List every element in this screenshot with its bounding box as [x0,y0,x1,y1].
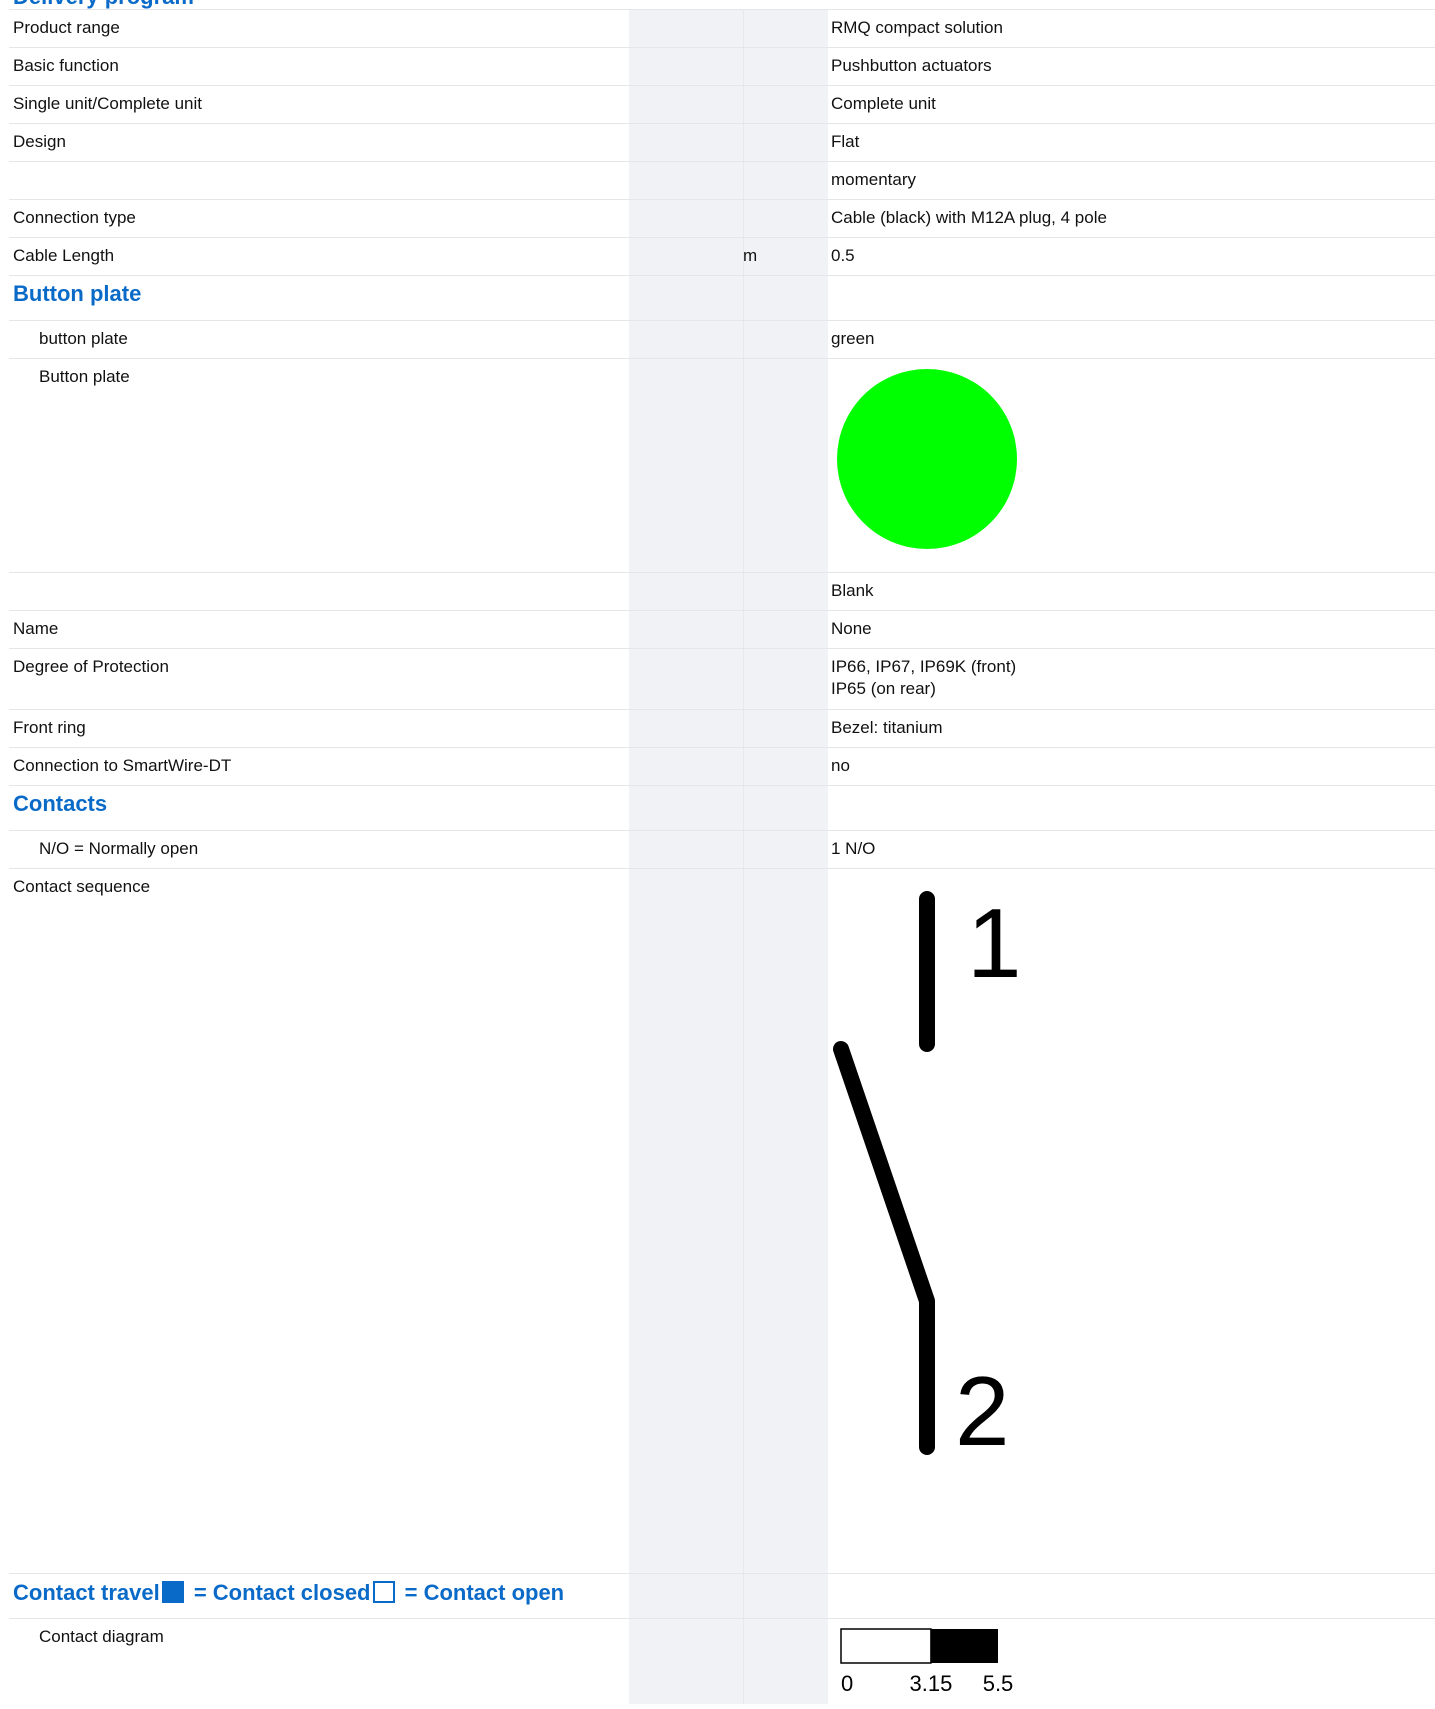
row-label: Button plate [9,358,629,573]
row-label [9,572,629,611]
row-value: 0.5 [827,237,1435,276]
travel-tick-label: 3.15 [910,1671,953,1696]
row-unit [743,199,827,238]
protection-rear: IP65 (on rear) [831,679,936,698]
table-row: Connection type Cable (black) with M12A … [9,199,1435,238]
row-value: green [827,320,1435,359]
row-value: no [827,747,1435,786]
table-row: Blank [9,572,1435,611]
protection-front: IP66, IP67, IP69K (front) [831,657,1017,676]
row-value: Blank [827,572,1435,611]
travel-tick-label: 0 [841,1671,853,1696]
row-label: Front ring [9,709,629,748]
contact-open-square-icon [372,1581,395,1603]
table-row: Cable Length m 0.5 [9,237,1435,276]
row-value: Pushbutton actuators [827,47,1435,86]
row-unit [743,161,827,200]
row-value: Cable (black) with M12A plug, 4 pole [827,199,1435,238]
terminal-2-label: 2 [955,1356,1010,1466]
table-row: Connection to SmartWire-DT no [9,747,1435,786]
row-label: N/O = Normally open [9,830,629,869]
button-plate-image [827,358,1435,573]
contact-travel-chart: 0 3.15 5.5 [840,1628,1014,1696]
row-label: Design [9,123,629,162]
row-label: Degree of Protection [9,648,629,710]
row-value: Bezel: titanium [827,709,1435,748]
spec-table: Product range RMQ compact solution Basic… [9,9,1435,1709]
table-row: Contact sequence 1 2 [9,868,1435,1574]
row-value: None [827,610,1435,649]
contact-open-segment [840,1628,932,1664]
section-title-strip: Delivery program [9,0,1435,9]
row-value: Complete unit [827,85,1435,124]
row-label: Product range [9,9,629,48]
section-header-row: Button plate [9,275,1435,321]
section-title: Delivery program [13,0,194,9]
row-label: Basic function [9,47,629,86]
contact-closed-text: = Contact closed [187,1580,371,1605]
row-unit [743,85,827,124]
row-value: RMQ compact solution [827,9,1435,48]
section-heading-contact-travel: Contact travel = Contact closed = Contac… [9,1573,629,1619]
row-unit [743,47,827,86]
table-row: Single unit/Complete unit Complete unit [9,85,1435,124]
table-row: Design Flat [9,123,1435,162]
moving-contact-line [833,1041,935,1455]
table-row: Contact diagram 0 3.15 5.5 [9,1618,1435,1709]
contact-diagram: 0 3.15 5.5 [827,1618,1435,1709]
row-value: Flat [827,123,1435,162]
section-heading-button-plate: Button plate [9,275,629,321]
row-label: button plate [9,320,629,359]
section-heading-contacts: Contacts [9,785,629,831]
contact-closed-square-icon [161,1581,184,1603]
table-row: Name None [9,610,1435,649]
contact-symbol-icon: 1 2 [833,888,1022,1466]
row-value: 1 N/O [827,830,1435,869]
table-row: Product range RMQ compact solution [9,9,1435,48]
row-label: Single unit/Complete unit [9,85,629,124]
section-header-row: Contacts [9,785,1435,831]
contact-sequence-diagram: 1 2 [827,868,1435,1574]
contact-open-text: = Contact open [398,1580,565,1605]
row-value: momentary [827,161,1435,200]
terminal-1-label: 1 [967,888,1022,998]
row-value: IP66, IP67, IP69K (front) IP65 (on rear) [827,648,1435,710]
datasheet-page: Delivery program Product range RMQ compa… [9,0,1435,1709]
table-row: button plate green [9,320,1435,359]
green-circle-icon [837,369,1017,549]
row-label [9,161,629,200]
row-unit [743,123,827,162]
table-row: momentary [9,161,1435,200]
table-row: Front ring Bezel: titanium [9,709,1435,748]
row-label: Cable Length [9,237,629,276]
row-unit [743,9,827,48]
contact-travel-text: Contact travel [13,1580,160,1605]
contact-closed-segment [930,1629,998,1663]
row-label: Contact sequence [9,868,629,1574]
table-row: Degree of Protection IP66, IP67, IP69K (… [9,648,1435,710]
table-row: N/O = Normally open 1 N/O [9,830,1435,869]
section-header-row: Contact travel = Contact closed = Contac… [9,1573,1435,1619]
row-label: Connection to SmartWire-DT [9,747,629,786]
table-row: Basic function Pushbutton actuators [9,47,1435,86]
row-unit: m [743,237,827,276]
row-label: Contact diagram [9,1618,629,1709]
table-row: Button plate [9,358,1435,573]
row-label: Connection type [9,199,629,238]
row-label: Name [9,610,629,649]
travel-tick-label: 5.5 [983,1671,1014,1696]
